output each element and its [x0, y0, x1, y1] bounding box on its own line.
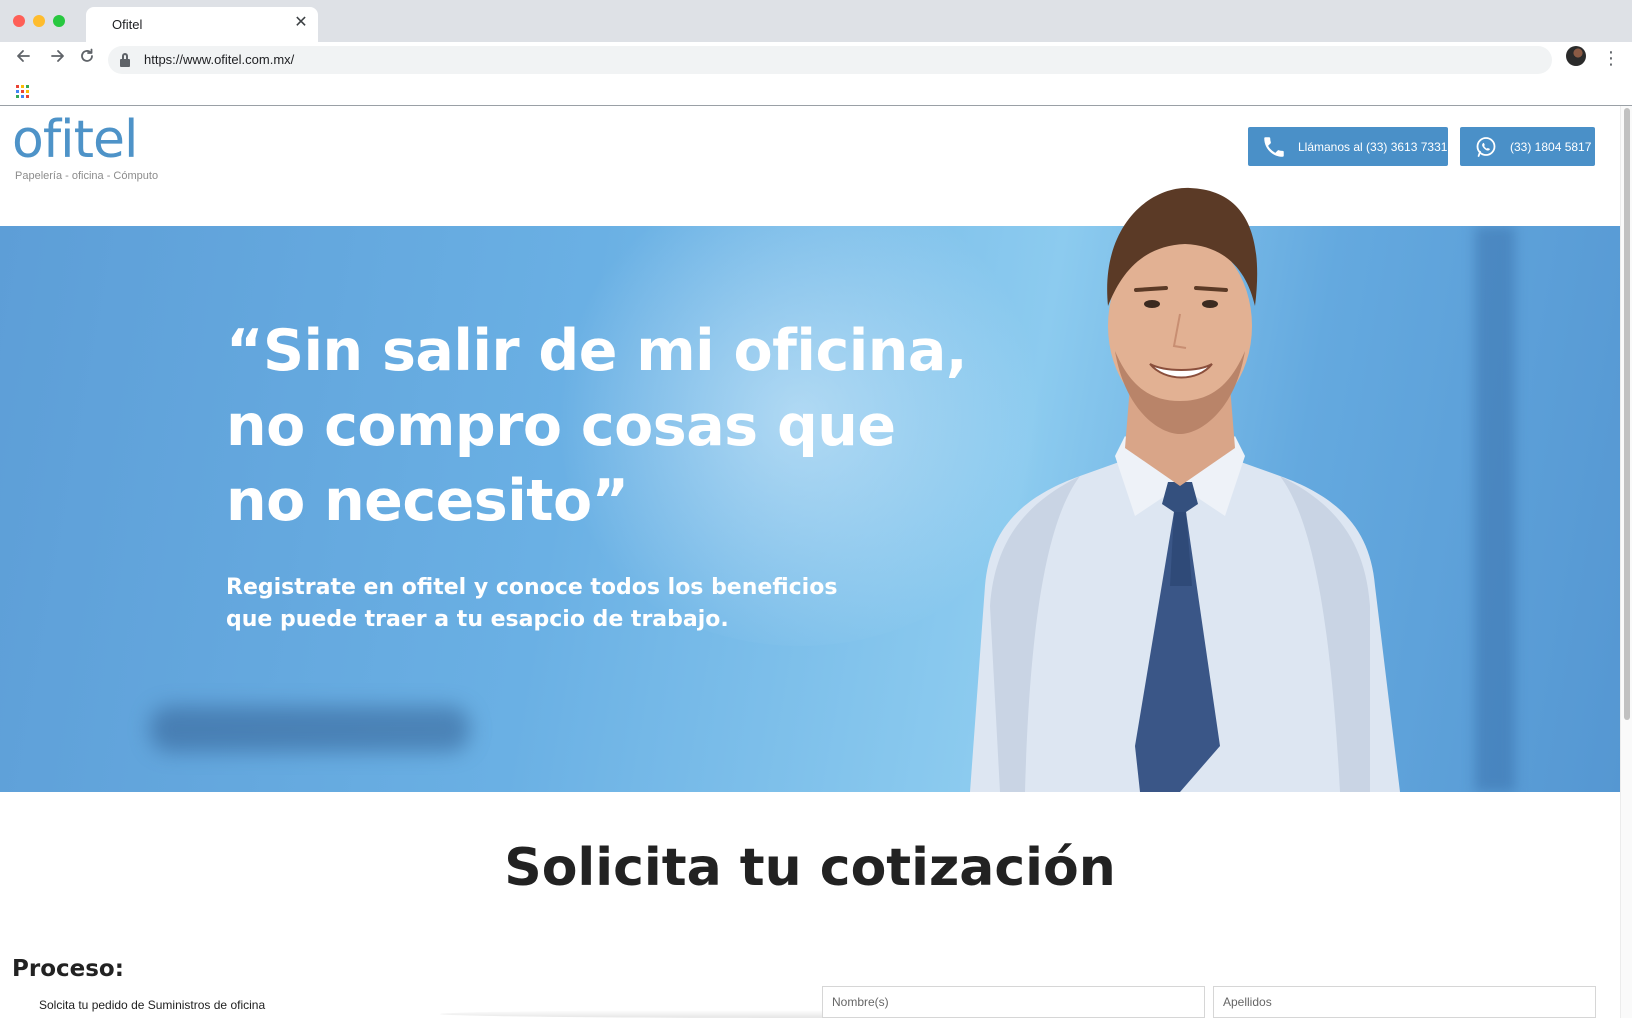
- hero-quote-line: “Sin salir de mi oficina,: [226, 318, 968, 384]
- hero-quote-line: no necesito”: [226, 468, 629, 534]
- profile-avatar[interactable]: [1566, 46, 1586, 66]
- whatsapp-button[interactable]: (33) 1804 5817: [1460, 127, 1595, 166]
- apps-grid-dot: [26, 85, 29, 88]
- page-scrollbar[interactable]: [1620, 106, 1632, 1018]
- address-bar[interactable]: https://www.ofitel.com.mx/: [108, 46, 1552, 74]
- browser-menu-icon[interactable]: ⋮: [1602, 46, 1620, 70]
- apps-grid-dot: [16, 90, 19, 93]
- scrollbar-thumb[interactable]: [1624, 108, 1630, 720]
- lock-icon: [120, 53, 130, 67]
- back-button[interactable]: [10, 47, 36, 73]
- apps-grid-dot: [26, 90, 29, 93]
- tab-strip: Ofitel ✕: [0, 0, 1632, 42]
- process-step: Solcita tu pedido de Suministros de ofic…: [39, 998, 266, 1012]
- window-minimize-button[interactable]: [33, 15, 45, 27]
- window-close-button[interactable]: [13, 15, 25, 27]
- window-zoom-button[interactable]: [53, 15, 65, 27]
- page-viewport: ofitel Papelería - oficina - Cómputo Llá…: [0, 106, 1632, 1018]
- reload-icon: [81, 48, 93, 62]
- ofitel-logo[interactable]: ofitel Papelería - oficina - Cómputo: [12, 112, 172, 182]
- apps-grid-dot: [21, 95, 24, 98]
- reload-button[interactable]: [74, 47, 100, 73]
- hero-subtitle-line: Registrate en ofitel y conoce todos los …: [226, 575, 838, 600]
- apps-grid-icon[interactable]: [16, 85, 29, 98]
- hero-background-column: [1475, 226, 1515, 792]
- process-heading: Proceso:: [12, 956, 124, 982]
- apps-grid-dot: [21, 90, 24, 93]
- tab-close-icon[interactable]: ✕: [292, 14, 310, 32]
- last-name-input[interactable]: [1213, 986, 1596, 1018]
- section-title: Solicita tu cotización: [504, 838, 1116, 898]
- url-text[interactable]: https://www.ofitel.com.mx/: [144, 52, 294, 67]
- call-button[interactable]: Llámanos al (33) 3613 7331: [1248, 127, 1448, 166]
- hero-background-blur: [150, 706, 470, 752]
- forward-button[interactable]: [45, 47, 71, 73]
- tab-ofitel[interactable]: Ofitel ✕: [86, 7, 318, 42]
- hero-quote-line: no compro cosas que: [226, 393, 896, 459]
- arrow-right-icon: [51, 50, 64, 62]
- tab-title: Ofitel: [112, 17, 143, 32]
- apps-grid-dot: [26, 95, 29, 98]
- hero-quote: “Sin salir de mi oficina, no compro cosa…: [226, 314, 968, 539]
- first-name-input[interactable]: [822, 986, 1205, 1018]
- whatsapp-button-label: (33) 1804 5817: [1510, 139, 1592, 154]
- phone-icon: [1260, 133, 1288, 161]
- logo-tagline: Papelería - oficina - Cómputo: [15, 170, 159, 182]
- apps-grid-dot: [21, 85, 24, 88]
- bookmarks-bar: [0, 78, 1632, 106]
- logo-wordmark: ofitel: [12, 110, 138, 170]
- browser-chrome: Ofitel ✕ https://www.ofitel.com.mx/ ⋮: [0, 0, 1632, 106]
- apps-grid-dot: [16, 95, 19, 98]
- browser-toolbar: https://www.ofitel.com.mx/ ⋮: [0, 42, 1632, 78]
- hero-subtitle-line: que puede traer a tu esapcio de trabajo.: [226, 607, 729, 632]
- apps-grid-dot: [16, 85, 19, 88]
- businessman-image: [970, 187, 1400, 792]
- call-button-label: Llámanos al (33) 3613 7331: [1298, 139, 1448, 154]
- hero-subtitle: Registrate en ofitel y conoce todos los …: [226, 572, 866, 636]
- arrow-left-icon: [17, 50, 30, 62]
- whatsapp-icon: [1472, 133, 1500, 161]
